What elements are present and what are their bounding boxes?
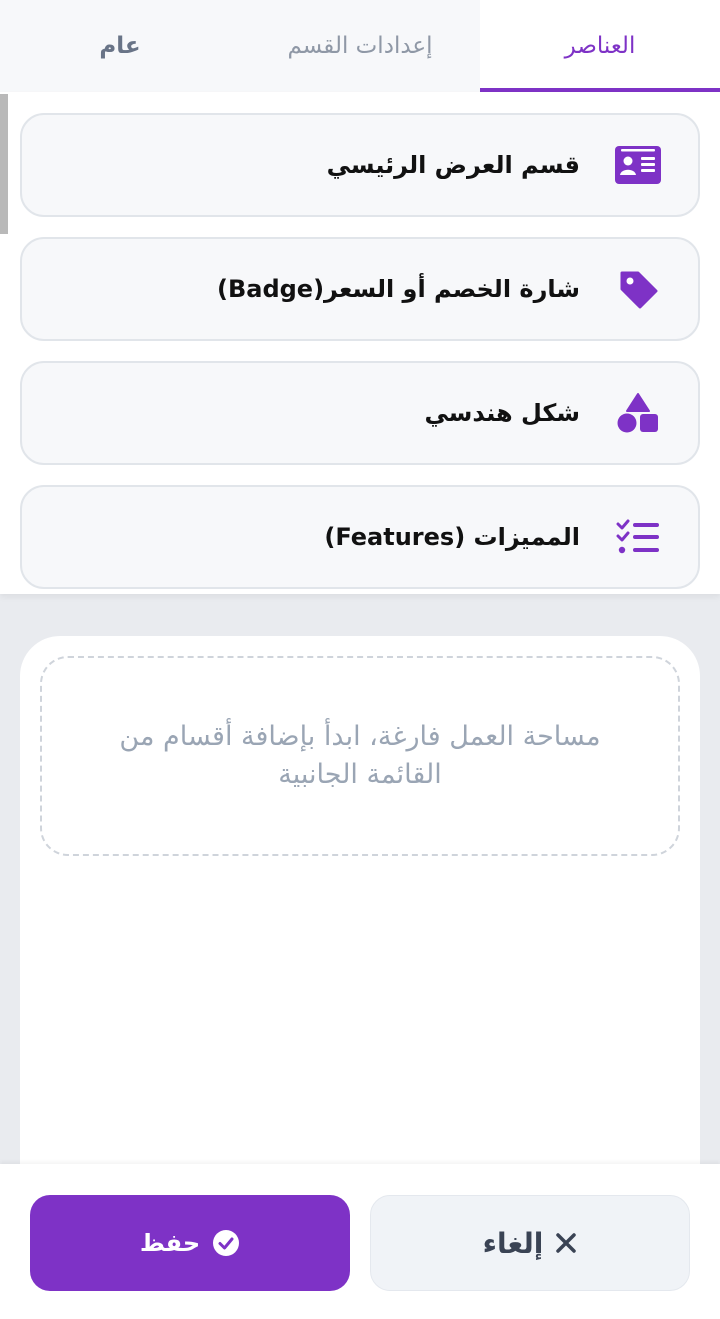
scrollbar[interactable] [0,94,8,234]
save-button[interactable]: حفظ [30,1195,350,1291]
app-root: العناصر إعدادات القسم عام قسم العرض الرئ… [0,0,720,1319]
cancel-label: إلغاء [482,1226,544,1260]
id-card-icon [614,141,662,189]
tab-general[interactable]: عام [0,0,240,92]
tab-bar: العناصر إعدادات القسم عام [0,0,720,92]
tab-elements[interactable]: العناصر [480,0,720,92]
workspace-canvas[interactable]: مساحة العمل فارغة، ابدأ بإضافة أقسام من … [20,636,700,1196]
tag-icon [614,265,662,313]
empty-workspace-message: مساحة العمل فارغة، ابدأ بإضافة أقسام من … [119,721,601,790]
element-item-features[interactable]: المميزات (Features) [20,485,700,589]
save-label: حفظ [139,1229,201,1257]
checklist-icon [614,513,662,561]
elements-panel: قسم العرض الرئيسي شارة الخصم أو السعر(Ba… [0,92,720,594]
element-item-shape[interactable]: شكل هندسي [20,361,700,465]
element-item-hero[interactable]: قسم العرض الرئيسي [20,113,700,217]
empty-dropzone[interactable]: مساحة العمل فارغة، ابدأ بإضافة أقسام من … [40,656,680,856]
element-label: قسم العرض الرئيسي [326,151,580,179]
check-circle-icon [212,1229,240,1257]
element-label: شارة الخصم أو السعر(Badge) [216,275,580,303]
shapes-icon [614,389,662,437]
element-label: المميزات (Features) [324,523,580,551]
element-label: شكل هندسي [424,399,580,427]
element-item-badge[interactable]: شارة الخصم أو السعر(Badge) [20,237,700,341]
tab-section-settings[interactable]: إعدادات القسم [240,0,480,92]
close-icon [555,1232,577,1254]
action-bar: إلغاء حفظ [0,1164,720,1319]
cancel-button[interactable]: إلغاء [370,1195,690,1291]
